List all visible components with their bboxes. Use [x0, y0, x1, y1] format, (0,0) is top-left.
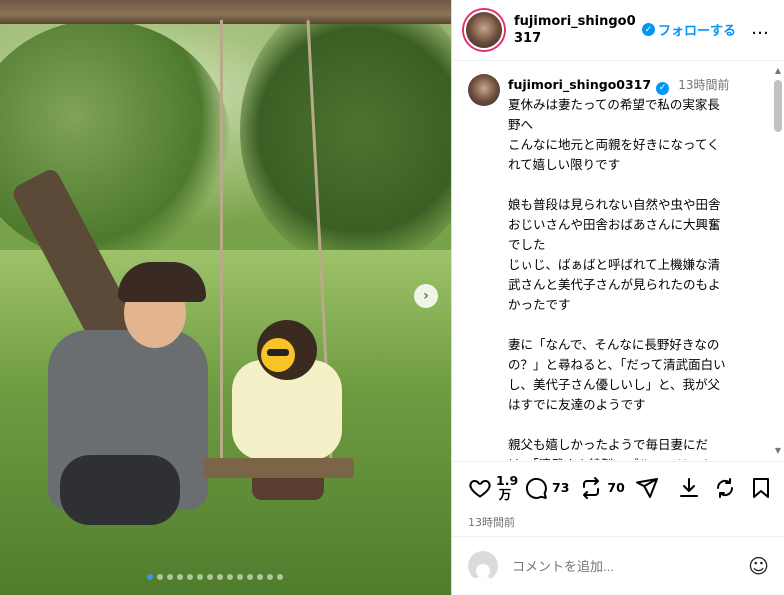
- caption-gap: [508, 315, 756, 335]
- comment-input[interactable]: [512, 558, 749, 574]
- caption-username[interactable]: fujimori_shingo0317: [508, 77, 651, 92]
- caption-line: おじいさんや田舎おばあさんに大興奮: [508, 216, 721, 232]
- caption-line: 親父も嬉しかったようで毎日妻にだ: [508, 436, 709, 452]
- follow-button[interactable]: ✓ フォローする: [642, 20, 736, 39]
- refresh-button[interactable]: [713, 476, 737, 500]
- follow-label: フォローする: [658, 24, 737, 39]
- carousel-dot: [197, 574, 203, 580]
- carousel-dot: [267, 574, 273, 580]
- likes-count-line1: 1.9: [496, 473, 519, 488]
- caption-line: じぃじ、ばぁばと呼ばれて上機嫌な清: [508, 256, 721, 272]
- verified-badge-icon: ✓: [656, 81, 670, 95]
- caption-line: こんなに地元と両親を好きになってく: [508, 136, 720, 152]
- caption-text: 夏休みは妻たっての希望で私の実家長 野へこんなに地元と両親を好きになってく れて嬉し…: [508, 95, 756, 461]
- bookmark-icon: [753, 478, 769, 498]
- repost-button[interactable]: 70: [579, 476, 625, 500]
- refresh-icon: [716, 478, 734, 498]
- caption-gap: [508, 415, 756, 435]
- caption-avatar[interactable]: [468, 74, 500, 106]
- like-button[interactable]: 1.9 万: [468, 473, 519, 502]
- tree-branch: [0, 0, 451, 24]
- download-icon: [680, 478, 698, 497]
- caption-scrollbar[interactable]: [774, 80, 782, 132]
- scroll-up-icon[interactable]: ▲: [775, 66, 781, 75]
- face-sticker-icon: [261, 338, 295, 372]
- caption-line: はすでに友達のようです: [508, 396, 646, 412]
- comment-bar: ☺: [452, 536, 784, 595]
- comment-icon: [525, 477, 547, 499]
- caption-line: 妻に「なんで、そんなに長野好きなの: [508, 336, 720, 352]
- carousel-dot: [157, 574, 163, 580]
- carousel-dot: [227, 574, 233, 580]
- user-avatar-icon: [468, 551, 498, 581]
- caption-gap: [508, 175, 756, 195]
- verified-badge-icon: ✓: [642, 23, 655, 36]
- caption-line: し、美代子さん優しいし」と、我が父: [508, 376, 721, 392]
- post-header: fujimori_shingo0317 ✓ フォローする …: [452, 0, 784, 61]
- caption-line: け、「清武さん特製のブルーベリートー: [508, 455, 756, 461]
- carousel-dot: [217, 574, 223, 580]
- caption-line: 野へ: [508, 116, 534, 132]
- caption-line: でした: [508, 236, 546, 252]
- carousel-dot: [207, 574, 213, 580]
- reposts-count: 70: [607, 480, 625, 495]
- avatar[interactable]: [464, 10, 504, 50]
- man-cap: [118, 262, 206, 302]
- likes-count-line2: 万: [498, 487, 512, 502]
- scroll-down-icon[interactable]: ▼: [775, 446, 781, 455]
- chevron-right-icon[interactable]: ›: [414, 284, 438, 308]
- caption-line: 夏休みは妻たっての希望で私の実家長: [508, 96, 720, 112]
- action-bar: 1.9 万 73 70 13時間前: [452, 461, 784, 530]
- man-legs: [60, 455, 180, 525]
- carousel-dot: [187, 574, 193, 580]
- post-image[interactable]: ›: [0, 0, 451, 595]
- download-button[interactable]: [677, 476, 701, 500]
- comments-count: 73: [552, 480, 570, 495]
- more-options-icon[interactable]: …: [751, 18, 770, 39]
- post-time[interactable]: 13時間前: [468, 514, 773, 530]
- likes-count[interactable]: 1.9 万: [496, 473, 519, 502]
- carousel-dot: [177, 574, 183, 580]
- caption-line: 娘も普段は見られない自然や虫や田舎: [508, 196, 721, 212]
- save-button[interactable]: [749, 476, 773, 500]
- swing-rope-left: [220, 20, 223, 460]
- carousel-dot: [237, 574, 243, 580]
- carousel-dot: [277, 574, 283, 580]
- caption-line: 武さんと美代子さんが見られたのもよ: [508, 276, 721, 292]
- caption-line: れて嬉しい限りです: [508, 156, 621, 172]
- carousel-indicator: [147, 574, 283, 580]
- comment-button[interactable]: 73: [524, 476, 569, 500]
- send-icon: [635, 478, 658, 498]
- swing-seat: [204, 458, 354, 478]
- heart-icon: [469, 480, 491, 498]
- repost-icon: [583, 477, 600, 499]
- carousel-dot: [147, 574, 153, 580]
- header-username[interactable]: fujimori_shingo0317: [514, 13, 640, 47]
- emoji-icon[interactable]: ☺: [748, 554, 769, 578]
- carousel-dot: [257, 574, 263, 580]
- carousel-dot: [167, 574, 173, 580]
- share-button[interactable]: [635, 476, 659, 500]
- caption-line: かったです: [508, 296, 571, 312]
- post-panel: fujimori_shingo0317 ✓ フォローする … fujimori_…: [451, 0, 784, 595]
- caption-line: の？」と尋ねると、「だって清武面白い: [508, 356, 726, 372]
- caption-timestamp: 13時間前: [678, 78, 730, 92]
- caption-area: fujimori_shingo0317 ✓ 13時間前 夏休みは妻たっての希望で…: [452, 62, 784, 460]
- carousel-dot: [247, 574, 253, 580]
